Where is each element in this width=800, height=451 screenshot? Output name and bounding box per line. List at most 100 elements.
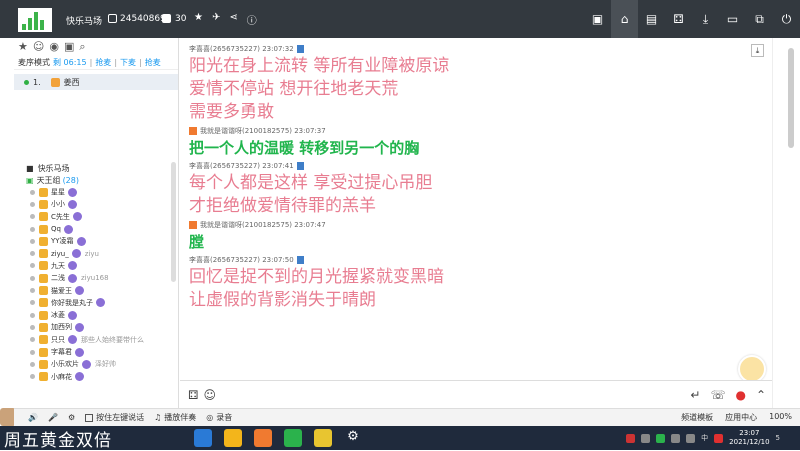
member-row[interactable]: 小小 <box>14 198 179 210</box>
channel-header[interactable]: ▣ 天王组 (28) <box>14 174 179 186</box>
minimize-icon[interactable]: ▭ <box>719 0 746 38</box>
star-icon[interactable]: ★ <box>18 40 28 53</box>
taskbar-search-text[interactable]: 周五黄金双倍 <box>4 426 164 451</box>
mic-toggle-icon[interactable]: 🎤 <box>48 413 58 422</box>
tray-icon-1[interactable] <box>626 433 636 443</box>
member-row[interactable]: Qq <box>14 223 179 235</box>
restore-icon[interactable]: ⧉ <box>746 0 773 38</box>
zoom-level: 100% <box>769 412 792 421</box>
member-row[interactable]: 猫爱王 <box>14 284 179 296</box>
member-row[interactable]: YY凌霜 <box>14 235 179 247</box>
status-dot <box>30 226 35 232</box>
download-icon[interactable]: ⤓ <box>692 0 719 38</box>
gamepad-icon[interactable]: ⚃ <box>665 0 692 38</box>
member-row[interactable]: 你好我是丸子 <box>14 297 179 309</box>
room-logo <box>18 8 52 32</box>
member-row[interactable]: 二浅 ziyu168 <box>14 272 179 284</box>
tray-icon-2[interactable] <box>641 433 651 443</box>
status-dot <box>30 275 35 281</box>
phone-icon <box>296 255 304 264</box>
channel-template-button[interactable]: 频道模板 <box>681 412 713 423</box>
left-scrollbar[interactable] <box>171 162 176 282</box>
member-row[interactable]: 小麻花 <box>14 370 179 382</box>
grab-mic-link-2[interactable]: 抢麦 <box>145 57 161 68</box>
scroll-to-bottom-button[interactable]: ⤓ <box>751 44 764 57</box>
tree-root[interactable]: ■ 快乐马场 <box>14 162 179 174</box>
face-icon[interactable]: ☺ <box>33 40 44 53</box>
notification-count[interactable]: 5 <box>776 434 780 442</box>
member-extra: ziyu168 <box>81 274 109 283</box>
member-avatar-icon <box>39 322 48 332</box>
app-icon-1[interactable] <box>194 429 212 447</box>
member-avatar-icon <box>39 310 48 320</box>
status-dot <box>30 251 35 257</box>
queue-name: 姜西 <box>63 77 80 87</box>
send-icon[interactable]: ↵ <box>690 388 700 402</box>
member-avatar-icon <box>39 273 48 283</box>
member-badge-icon <box>75 286 84 296</box>
chat-bubble-icon[interactable]: ☏ <box>710 388 725 402</box>
settings-icon[interactable]: ⚙ <box>68 413 75 422</box>
app-center-button[interactable]: 应用中心 <box>725 412 757 423</box>
member-name: 星星 <box>51 188 65 197</box>
grab-mic-link[interactable]: 抢麦 <box>95 57 111 68</box>
location-icon[interactable]: ◉ <box>49 40 59 53</box>
leave-mic-link[interactable]: 下麦 <box>120 57 136 68</box>
search-icon[interactable]: ⌕ <box>79 40 85 53</box>
emoji-panel-button[interactable] <box>738 355 766 383</box>
mic-icon[interactable]: ● <box>735 388 745 402</box>
status-dot <box>30 300 35 306</box>
home-icon[interactable]: ⌂ <box>611 0 638 38</box>
tray-icon-4[interactable] <box>671 433 681 443</box>
push-to-talk-option[interactable]: 按住左键说话 <box>85 412 144 423</box>
message-text: 回忆是捉不到的月光握紧就变黑暗 <box>189 267 444 287</box>
status-dot <box>30 238 35 244</box>
member-row[interactable]: 小乐欢片 泽好帅 <box>14 358 179 370</box>
chat-area: 李喜喜(2656735227) 23:07:32 阳光在身上流转 等所有业障被原谅… <box>180 38 772 378</box>
mic-queue-item[interactable]: 1. 姜西 <box>14 74 178 90</box>
tray-icon-3[interactable] <box>656 433 666 443</box>
input-toolbar: ⚃ ☺ ↵ ☏ ● ⌃ <box>180 380 772 408</box>
member-row[interactable]: 九天 <box>14 260 179 272</box>
record-button[interactable]: ◎ 录音 <box>206 412 232 423</box>
message-text: 阳光在身上流转 等所有业障被原谅 <box>189 56 450 76</box>
settings-gear-icon[interactable]: ⚙ <box>344 429 362 447</box>
play-accompaniment-button[interactable]: ♫ 播放伴奏 <box>154 412 196 423</box>
network-icon[interactable] <box>686 433 696 443</box>
tray-icon-5[interactable] <box>714 433 724 443</box>
format-icon[interactable]: ☺ <box>203 388 216 402</box>
app-icon-2[interactable] <box>224 429 242 447</box>
member-row[interactable]: 冰菱 <box>14 309 179 321</box>
favorite-icon[interactable]: ★ <box>194 12 203 27</box>
app-icon-5[interactable] <box>314 429 332 447</box>
member-row[interactable]: ziyu_ ziyu <box>14 247 179 259</box>
list-icon[interactable]: ▤ <box>638 0 665 38</box>
info-icon[interactable]: ⓘ <box>247 12 257 27</box>
wechat-icon[interactable] <box>284 429 302 447</box>
status-dot <box>30 189 35 195</box>
member-row[interactable]: 字幕君 <box>14 346 179 358</box>
member-name: 加西列 <box>51 323 72 332</box>
mode-label[interactable]: 麦序模式 <box>18 57 50 68</box>
member-badge-icon <box>68 310 77 320</box>
box-icon[interactable]: ▣ <box>64 40 74 53</box>
share-icon[interactable]: ⋖ <box>229 12 237 27</box>
ime-lang[interactable]: 中 <box>701 433 708 443</box>
volume-icon[interactable]: 🔊 <box>28 413 38 422</box>
member-badge-icon <box>72 212 82 222</box>
member-avatar-icon <box>39 249 48 259</box>
gamepad-icon[interactable]: ⚃ <box>188 388 198 402</box>
member-row[interactable]: 星星 <box>14 186 179 198</box>
expand-icon[interactable]: ⌃ <box>756 388 766 402</box>
chat-scrollbar[interactable] <box>788 48 794 148</box>
video-icon[interactable]: ▣ <box>584 0 611 38</box>
member-avatar-icon <box>39 261 48 271</box>
plane-icon[interactable]: ✈ <box>212 12 220 27</box>
app-icon-3[interactable] <box>254 429 272 447</box>
member-row[interactable]: 加西列 <box>14 321 179 333</box>
member-row[interactable]: 只只 那些人始终要带什么 <box>14 334 179 346</box>
chat-message: 李喜喜(2656735227) 23:07:50 回忆是捉不到的月光握紧就变黑暗让… <box>180 253 772 312</box>
clock[interactable]: 23:07 2021/12/10 <box>729 429 769 447</box>
member-row[interactable]: C先生 <box>14 211 179 223</box>
power-icon[interactable]: ⏻ <box>773 0 800 38</box>
